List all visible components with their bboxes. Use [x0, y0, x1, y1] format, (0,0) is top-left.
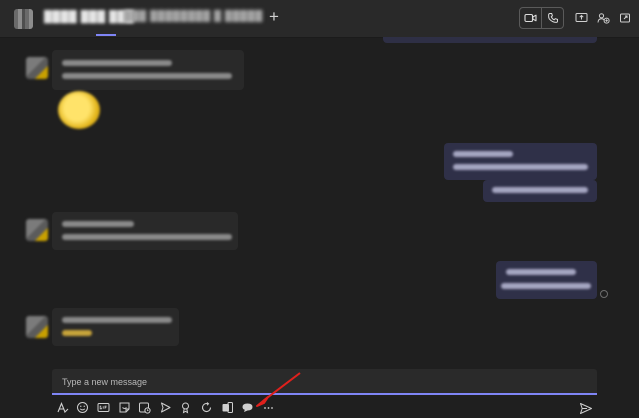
format-button[interactable] — [52, 398, 73, 416]
praise-icon — [182, 402, 190, 413]
share-screen-button[interactable] — [573, 10, 589, 26]
emoji-sticker — [58, 91, 100, 129]
incoming-message[interactable] — [52, 50, 244, 90]
speech-bubble-icon — [242, 403, 253, 412]
emoji-icon — [77, 401, 89, 413]
outgoing-message[interactable] — [483, 180, 597, 202]
sender-avatar — [26, 219, 48, 241]
emoji-button[interactable] — [73, 398, 94, 416]
send-icon — [580, 402, 592, 414]
annotation-arrow-icon — [256, 372, 301, 407]
gif-icon — [97, 402, 110, 412]
format-icon — [57, 401, 69, 413]
meet-now-icon — [139, 402, 151, 414]
gif-button[interactable] — [93, 398, 114, 416]
chat-avatar[interactable] — [14, 9, 33, 29]
add-people-icon — [597, 13, 610, 24]
sender-avatar — [26, 316, 48, 338]
message-input[interactable] — [62, 375, 582, 389]
sender-avatar — [26, 57, 48, 79]
compose-box[interactable] — [52, 369, 597, 395]
praise-button[interactable] — [176, 398, 197, 416]
previous-message-edge — [383, 37, 597, 43]
outgoing-message[interactable] — [496, 261, 597, 299]
pop-out-icon — [620, 13, 630, 23]
video-camera-icon — [524, 13, 537, 23]
add-people-button[interactable] — [595, 10, 611, 26]
add-tab-button[interactable]: + — [265, 7, 283, 27]
video-call-button[interactable] — [520, 8, 541, 28]
outgoing-message[interactable] — [444, 143, 597, 180]
forms-button[interactable] — [217, 398, 238, 416]
incoming-message[interactable] — [52, 308, 179, 346]
audio-call-button[interactable] — [541, 8, 563, 28]
read-receipt-icon — [600, 290, 608, 298]
forms-icon — [222, 401, 233, 413]
share-screen-icon — [575, 13, 587, 22]
sticker-icon — [119, 402, 130, 412]
phone-icon — [547, 13, 558, 23]
schedule-icon — [160, 402, 171, 412]
sticker-button[interactable] — [114, 398, 135, 416]
loop-button[interactable] — [196, 398, 217, 416]
chat-tabs[interactable]: ███ ████████ █ █████ — [124, 11, 263, 22]
chat-header: ████ ███ ███ ███ ████████ █ █████ + — [0, 0, 639, 38]
call-button-group — [519, 7, 564, 29]
send-button[interactable] — [578, 400, 594, 416]
meet-now-button[interactable] — [134, 398, 155, 416]
incoming-message[interactable] — [52, 212, 238, 250]
chat-title[interactable]: ████ ███ ███ — [44, 11, 134, 23]
pop-out-button[interactable] — [617, 10, 633, 26]
active-tab-indicator — [96, 34, 116, 36]
loop-icon — [201, 401, 212, 412]
compose-toolbar — [52, 398, 279, 416]
schedule-button[interactable] — [155, 398, 176, 416]
